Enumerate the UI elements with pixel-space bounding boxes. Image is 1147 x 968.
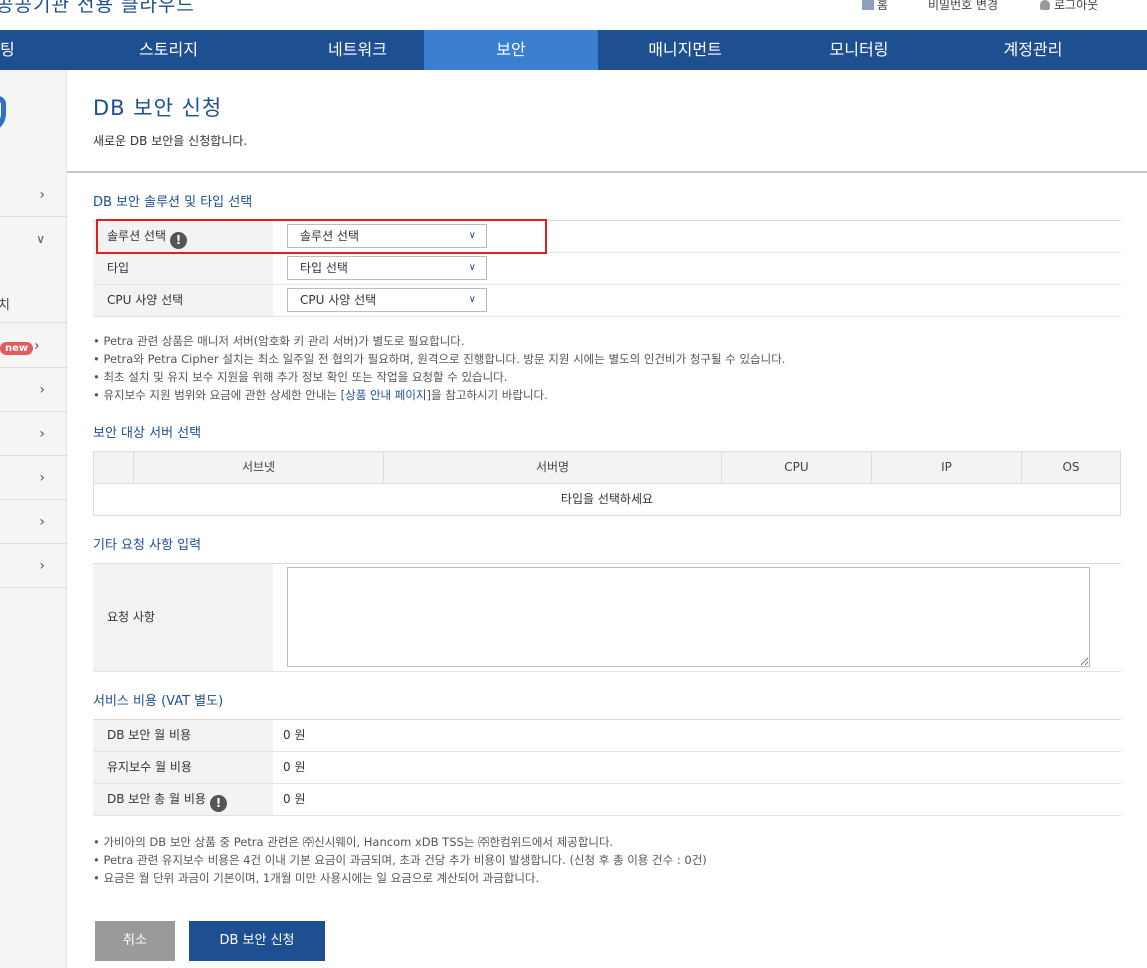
solution-notes: • Petra 관련 상품은 매니저 서버(암호화 키 관리 서버)가 별도로 … [93,332,785,404]
chevron-down-icon: ∨ [468,294,476,305]
sidebar-subitem[interactable]: 치 [0,294,10,313]
sidebar-divider [0,322,67,323]
sidebar: › ∨ 치 new › › › › › › [0,70,67,968]
nav-item-network[interactable]: 네트워크 [291,30,424,70]
cost-label: DB 보안 월 비용 [93,720,273,751]
cost-notes: • 가비아의 DB 보안 상품 중 Petra 관련은 ㈜신시웨이, Hanco… [93,833,707,887]
cost-label: DB 보안 총 월 비용! [93,784,273,815]
cpu-select[interactable]: CPU 사양 선택 ∨ [287,288,487,312]
cpu-label: CPU 사양 선택 [93,285,273,316]
request-label: 요청 사항 [93,564,273,671]
section-title-cost: 서비스 비용 (VAT 별도) [93,694,224,709]
divider [67,171,1147,173]
note-item: • Petra 관련 상품은 매니저 서버(암호화 키 관리 서버)가 별도로 … [93,334,465,348]
change-password-link[interactable]: 비밀번호 변경 [928,0,998,13]
section-title-solution: DB 보안 솔루션 및 타입 선택 [93,195,253,210]
column-cpu: CPU [722,452,872,483]
sidebar-item-5[interactable]: › [0,412,67,456]
empty-message: 타입을 선택하세요 [560,492,654,506]
brand-title[interactable]: 공공기관 전용 클라우드 [0,0,195,17]
column-ip: IP [872,452,1022,483]
cancel-button[interactable]: 취소 [95,921,175,961]
main-nav: 팅 스토리지 네트워크 보안 매니지먼트 모니터링 계정관리 [0,30,1147,70]
select-all-column[interactable] [94,452,134,483]
apply-db-security-button[interactable]: DB 보안 신청 [189,921,325,961]
sidebar-item-7[interactable]: › [0,500,67,544]
request-form: 요청 사항 [93,563,1121,672]
nav-item-computing[interactable]: 팅 [0,30,40,70]
top-header: 공공기관 전용 클라우드 홈 비밀번호 변경 로그아웃 [0,0,1147,30]
sidebar-item-4[interactable]: › [0,368,67,412]
product-guide-link[interactable]: 상품 안내 페이지 [345,388,426,402]
sidebar-item-3[interactable] [0,324,67,368]
sidebar-item-8[interactable]: › [0,544,67,588]
cost-value: 0 원 [283,792,306,806]
note-item: • 가비아의 DB 보안 상품 중 Petra 관련은 ㈜신시웨이, Hanco… [93,835,614,849]
form-row-type: 타입 타입 선택 ∨ [93,253,1121,285]
sidebar-item-1[interactable]: › [0,173,67,217]
cost-table: DB 보안 월 비용 0 원 유지보수 월 비용 0 원 DB 보안 총 월 비… [93,719,1121,816]
page-description: 새로운 DB 보안을 신청합니다. [93,134,248,148]
note-item: • 유지보수 지원 범위와 요금에 관한 상세한 안내는 [상품 안내 페이지]… [93,388,548,402]
chevron-down-icon: ∨ [468,262,476,273]
page-title: DB 보안 신청 [93,96,223,120]
note-item: • 요금은 월 단위 과금이 기본이며, 1개월 미만 사용시에는 일 요금으로… [93,871,540,885]
shield-icon [0,96,6,132]
chevron-right-icon: › [39,470,45,486]
section-title-request: 기타 요청 사항 입력 [93,538,202,553]
cost-label: 유지보수 월 비용 [93,752,273,783]
cost-value: 0 원 [283,728,306,742]
nav-item-storage[interactable]: 스토리지 [40,30,291,70]
home-icon [862,0,874,10]
chevron-right-icon: › [39,426,45,442]
type-label: 타입 [93,253,273,284]
home-link[interactable]: 홈 [862,0,888,13]
server-table: 서브넷 서버명 CPU IP OS 타입을 선택하세요 [93,451,1121,516]
logout-link[interactable]: 로그아웃 [1040,0,1098,13]
info-icon[interactable]: ! [209,795,227,812]
nav-item-security[interactable]: 보안 [424,30,598,70]
type-select[interactable]: 타입 선택 ∨ [287,256,487,280]
nav-item-account[interactable]: 계정관리 [946,30,1120,70]
user-icon [1040,0,1050,10]
cost-row: 유지보수 월 비용 0 원 [93,752,1121,784]
chevron-right-icon: › [39,187,45,203]
cost-row: DB 보안 총 월 비용! 0 원 [93,784,1121,816]
chevron-down-icon: ∨ [36,232,45,246]
sidebar-item-2[interactable]: ∨ [0,218,67,262]
nav-item-management[interactable]: 매니지먼트 [598,30,772,70]
section-title-server: 보안 대상 서버 선택 [93,426,202,441]
column-subnet: 서브넷 [134,452,384,483]
sidebar-item-6[interactable]: › [0,456,67,500]
cost-row: DB 보안 월 비용 0 원 [93,720,1121,752]
cost-value: 0 원 [283,760,306,774]
chevron-right-icon: › [39,558,45,574]
note-item: • Petra와 Petra Cipher 설치는 최소 일주일 전 협의가 필… [93,352,786,366]
note-item: • 최초 설치 및 유지 보수 지원을 위해 추가 정보 확인 또는 작업을 요… [93,370,508,384]
request-textarea[interactable] [287,567,1090,667]
chevron-right-icon: › [39,382,45,398]
chevron-right-icon: › [39,514,45,530]
note-item: • Petra 관련 유지보수 비용은 4건 이내 기본 요금이 과금되며, 초… [93,853,707,867]
form-row-cpu: CPU 사양 선택 CPU 사양 선택 ∨ [93,285,1121,317]
nav-item-monitoring[interactable]: 모니터링 [772,30,946,70]
highlight-box [96,219,547,254]
column-server-name: 서버명 [384,452,722,483]
table-header: 서브넷 서버명 CPU IP OS [94,452,1120,484]
main-content: DB 보안 신청 새로운 DB 보안을 신청합니다. DB 보안 솔루션 및 타… [67,70,1147,968]
column-os: OS [1062,460,1080,474]
